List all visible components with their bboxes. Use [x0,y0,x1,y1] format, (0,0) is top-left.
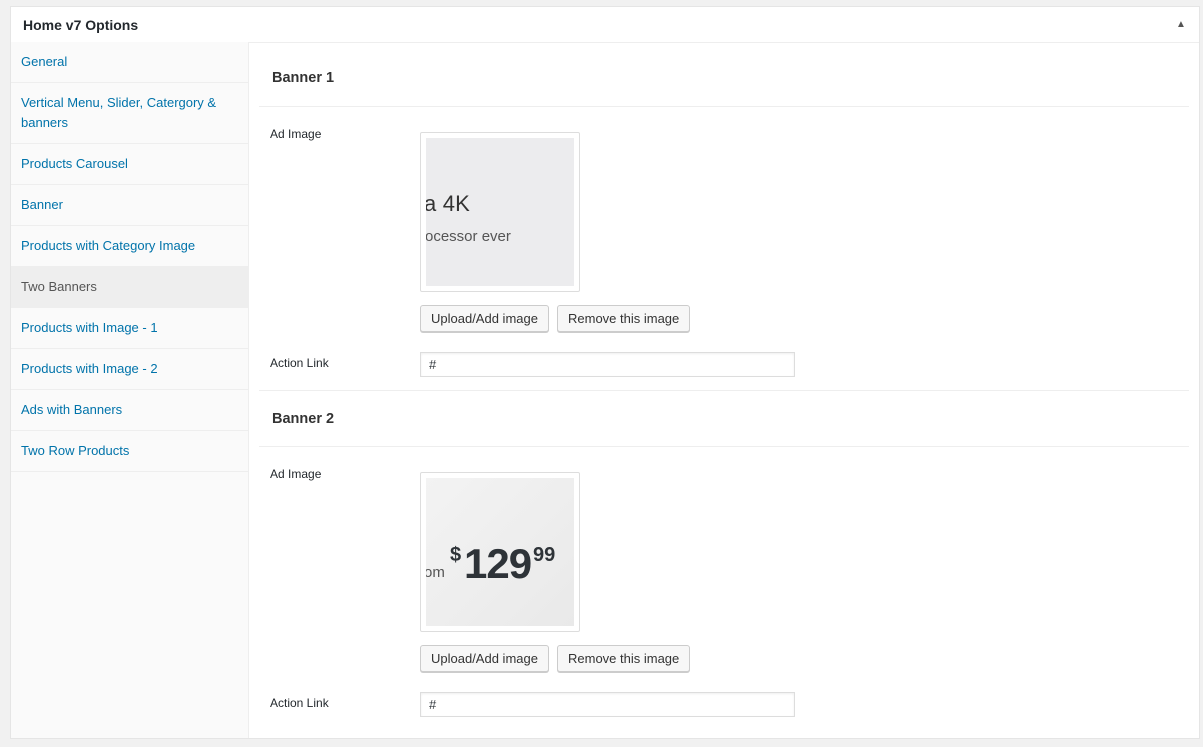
banner-2-image-preview: om $ 129 99 [420,472,580,632]
banner-1-action-link-input[interactable] [420,352,795,377]
sidebar-item-products-with-category-image[interactable]: Products with Category Image [11,226,248,267]
panel-header[interactable]: Home v7 Options ▲ [11,7,1199,43]
banner-2-price-dollar: $ [450,544,462,566]
sidebar-item-products-with-image-2[interactable]: Products with Image - 2 [11,349,248,390]
arrow-up-icon[interactable]: ▲ [1173,17,1189,33]
sidebar-item-label: Two Row Products [21,443,130,458]
section-divider [259,446,1189,447]
sidebar-item-vertical-menu[interactable]: Vertical Menu, Slider, Catergory & banne… [11,83,248,144]
banner-2-image: om $ 129 99 [426,478,574,626]
banner-1-remove-button[interactable]: Remove this image [557,305,691,332]
options-sidebar: General Vertical Menu, Slider, Catergory… [11,42,249,738]
sidebar-item-products-carousel[interactable]: Products Carousel [11,144,248,185]
action-link-label: Action Link [270,696,329,710]
sidebar-item-label: Vertical Menu, Slider, Catergory & banne… [21,95,217,130]
section-title-banner-1: Banner 1 [272,70,335,86]
sidebar-item-two-row-products[interactable]: Two Row Products [11,431,248,472]
sidebar-item-banner[interactable]: Banner [11,185,248,226]
sidebar-item-label: Products with Image - 1 [21,320,158,335]
banner-2-action-link-input[interactable] [420,692,795,717]
sidebar-item-general[interactable]: General [11,42,248,83]
banner-2-image-prefix: om [426,564,445,581]
banner-1-image-subtext: ocessor ever [426,228,511,245]
ad-image-label: Ad Image [270,467,322,481]
banner-2-upload-button[interactable]: Upload/Add image [420,645,549,672]
banner-1-image: a 4K ocessor ever [426,138,574,286]
banner-2-price-cents: 99 [533,544,556,566]
sidebar-item-label: Products with Category Image [21,238,196,253]
section-title-banner-2: Banner 2 [272,411,335,427]
panel-title: Home v7 Options [23,17,139,33]
section-divider [259,106,1189,107]
sidebar-item-products-with-image-1[interactable]: Products with Image - 1 [11,308,248,349]
sidebar-item-label: Ads with Banners [21,402,123,417]
sidebar-item-two-banners[interactable]: Two Banners [11,267,248,308]
banner-1-image-preview: a 4K ocessor ever [420,132,580,292]
sidebar-item-label: Products Carousel [21,156,128,171]
banner-2-price: 129 [464,540,532,587]
ad-image-label: Ad Image [270,127,322,141]
banner-2-remove-button[interactable]: Remove this image [557,645,691,672]
sidebar-item-label: Two Banners [21,279,97,294]
action-link-label: Action Link [270,356,329,370]
sidebar-item-label: Products with Image - 2 [21,361,158,376]
sidebar-item-ads-with-banners[interactable]: Ads with Banners [11,390,248,431]
banner-1-upload-button[interactable]: Upload/Add image [420,305,549,332]
sidebar-item-label: General [21,54,68,69]
options-content: Banner 1 Ad Image a 4K ocessor ever Uplo… [249,42,1199,738]
home-v7-options-panel: Home v7 Options ▲ General Vertical Menu,… [10,6,1200,739]
section-divider [259,390,1189,391]
sidebar-item-label: Banner [21,197,63,212]
banner-1-image-text: a 4K [426,191,471,216]
